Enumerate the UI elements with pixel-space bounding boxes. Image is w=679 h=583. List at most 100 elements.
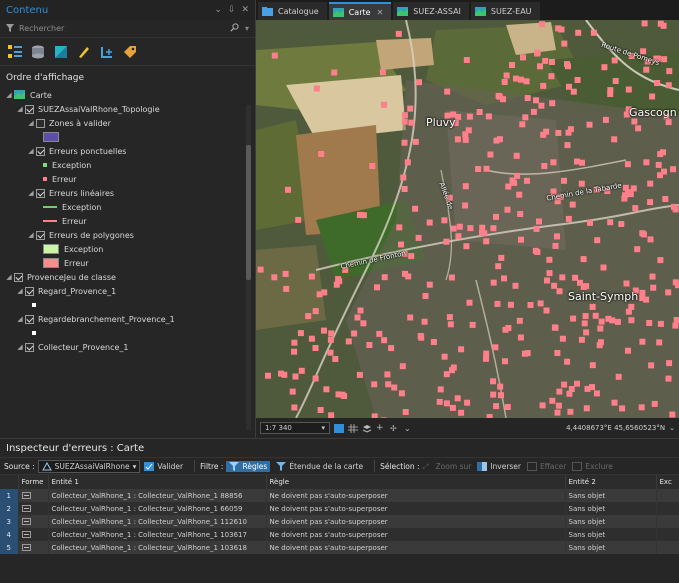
- close-tab-icon[interactable]: ✕: [377, 8, 384, 17]
- error-marker[interactable]: [615, 373, 622, 380]
- error-marker[interactable]: [415, 234, 422, 241]
- layer-tree-item[interactable]: Erreur: [0, 256, 255, 270]
- error-marker[interactable]: [381, 337, 388, 344]
- error-marker[interactable]: [492, 344, 499, 351]
- error-marker[interactable]: [298, 367, 305, 374]
- expand-toggle-icon[interactable]: ◢: [26, 189, 36, 197]
- column-header-exception[interactable]: Exc: [656, 475, 679, 489]
- chevron-down-icon[interactable]: ⌄: [669, 424, 675, 432]
- pin-icon[interactable]: ⇩: [228, 5, 236, 15]
- error-marker[interactable]: [619, 405, 626, 412]
- error-marker[interactable]: [443, 371, 450, 378]
- layer-tree-item[interactable]: ◢ ProvenceJeu de classe: [0, 270, 255, 284]
- error-marker[interactable]: [271, 274, 278, 281]
- error-marker[interactable]: [546, 256, 553, 263]
- error-marker[interactable]: [430, 339, 437, 345]
- error-marker[interactable]: [447, 321, 454, 328]
- error-marker[interactable]: [490, 279, 497, 286]
- error-marker[interactable]: [366, 342, 373, 348]
- error-marker[interactable]: [533, 225, 540, 232]
- search-icon[interactable]: [230, 23, 239, 34]
- layer-tree-item[interactable]: ◢ Collecteur_Provence_1: [0, 340, 255, 354]
- error-marker[interactable]: [458, 346, 465, 353]
- visibility-checkbox[interactable]: [25, 342, 34, 352]
- error-marker[interactable]: [601, 64, 608, 71]
- layer-tree-item[interactable]: ◢ Carte: [0, 88, 255, 102]
- error-marker[interactable]: [371, 381, 378, 388]
- row-number[interactable]: 4: [0, 528, 19, 541]
- error-marker[interactable]: [524, 177, 530, 184]
- error-marker[interactable]: [592, 312, 599, 319]
- error-marker[interactable]: [596, 342, 603, 349]
- error-marker[interactable]: [555, 402, 562, 409]
- table-row[interactable]: 5 Collecteur_ValRhone_1 : Collecteur_ValR…: [0, 541, 679, 554]
- error-marker[interactable]: [444, 88, 451, 95]
- error-marker[interactable]: [283, 285, 290, 292]
- expand-toggle-icon[interactable]: ◢: [15, 315, 25, 323]
- error-marker[interactable]: [641, 20, 648, 27]
- error-marker[interactable]: [407, 105, 414, 112]
- error-marker[interactable]: [597, 325, 604, 332]
- error-marker[interactable]: [649, 273, 656, 280]
- expand-toggle-icon[interactable]: ◢: [15, 343, 25, 351]
- error-marker[interactable]: [598, 318, 605, 325]
- error-marker[interactable]: [555, 130, 562, 136]
- grid-icon[interactable]: [348, 423, 358, 433]
- search-bar[interactable]: Rechercher ▾: [0, 20, 255, 38]
- visibility-checkbox[interactable]: [14, 272, 23, 282]
- error-marker[interactable]: [580, 256, 587, 263]
- error-marker[interactable]: [631, 118, 638, 125]
- error-marker[interactable]: [391, 384, 398, 391]
- error-marker[interactable]: [384, 371, 391, 378]
- error-marker[interactable]: [498, 392, 504, 399]
- error-marker[interactable]: [523, 78, 530, 85]
- error-marker[interactable]: [589, 362, 596, 369]
- error-marker[interactable]: [357, 211, 363, 218]
- error-marker[interactable]: [618, 221, 625, 227]
- layer-tree-item[interactable]: ◢ Regard_Provence_1: [0, 284, 255, 298]
- row-number[interactable]: 5: [0, 541, 19, 554]
- filter-icon[interactable]: [6, 23, 14, 34]
- error-marker[interactable]: [672, 206, 679, 213]
- error-marker[interactable]: [466, 113, 473, 120]
- layer-tree-item[interactable]: Exception: [0, 242, 255, 256]
- error-marker[interactable]: [532, 247, 539, 254]
- error-marker[interactable]: [495, 263, 502, 270]
- error-marker[interactable]: [543, 128, 550, 135]
- error-marker[interactable]: [539, 21, 546, 28]
- error-marker[interactable]: [265, 372, 271, 379]
- error-marker[interactable]: [672, 322, 679, 329]
- tab-suez-assai[interactable]: SUEZ-ASSAI: [393, 2, 469, 20]
- layer-tree-item[interactable]: ◢ SUEZAssaiValRhone_Topologie: [0, 102, 255, 116]
- error-marker[interactable]: [556, 388, 563, 395]
- table-row[interactable]: 1 Collecteur_ValRhone_1 : Collecteur_ValR…: [0, 489, 679, 502]
- error-marker[interactable]: [628, 317, 635, 324]
- error-marker[interactable]: [458, 409, 465, 416]
- error-marker[interactable]: [463, 243, 470, 250]
- error-marker[interactable]: [666, 68, 673, 75]
- column-header-entity2[interactable]: Entité 2: [565, 475, 657, 489]
- error-marker[interactable]: [369, 163, 376, 169]
- error-marker[interactable]: [542, 57, 549, 64]
- error-marker[interactable]: [513, 75, 519, 82]
- error-marker[interactable]: [561, 40, 568, 47]
- list-by-selection-icon[interactable]: [54, 45, 68, 59]
- error-marker[interactable]: [543, 307, 550, 314]
- error-marker[interactable]: [356, 371, 363, 378]
- error-marker[interactable]: [463, 57, 470, 63]
- source-dropdown[interactable]: SUEZAssaiValRhone ▾: [37, 459, 141, 473]
- error-marker[interactable]: [517, 211, 524, 217]
- validate-button[interactable]: Valider: [144, 461, 183, 471]
- error-marker[interactable]: [630, 185, 637, 192]
- row-number[interactable]: 2: [0, 502, 19, 515]
- error-marker[interactable]: [476, 109, 483, 115]
- error-marker[interactable]: [624, 161, 631, 168]
- error-marker[interactable]: [282, 270, 289, 277]
- layer-tree-item[interactable]: Erreur: [0, 172, 255, 186]
- error-marker[interactable]: [648, 362, 655, 369]
- error-marker[interactable]: [483, 350, 490, 357]
- error-marker[interactable]: [654, 80, 661, 86]
- error-marker[interactable]: [351, 330, 358, 337]
- error-marker[interactable]: [657, 257, 664, 264]
- error-marker[interactable]: [586, 121, 593, 128]
